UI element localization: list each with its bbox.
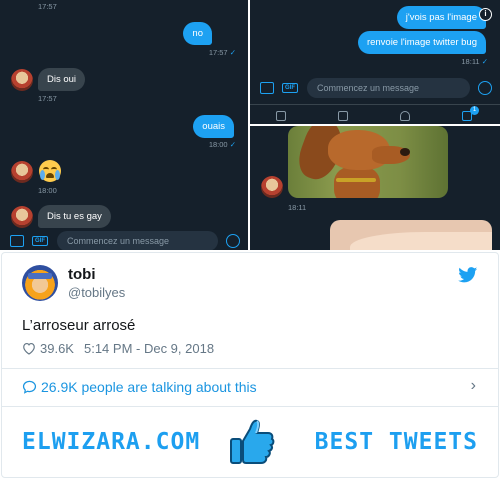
avatar[interactable] [11, 69, 33, 91]
message-out: j'vois pas l'image [396, 6, 486, 29]
avatar[interactable] [11, 161, 33, 183]
message-composer: GIF Commencez un message [250, 75, 500, 101]
bottom-tab-bar: 1 [250, 104, 500, 124]
notifications-icon[interactable] [400, 111, 410, 121]
emoji-icon[interactable] [226, 234, 240, 248]
display-name[interactable]: tobi [68, 266, 125, 283]
user-handle[interactable]: @tobilyes [68, 285, 125, 300]
divider [2, 368, 498, 369]
message-in: Dis oui [38, 68, 86, 91]
message-composer: GIF Commencez un message [0, 228, 248, 250]
tweet-timestamp[interactable]: 5:14 PM - Dec 9, 2018 [84, 341, 214, 356]
arm-photo[interactable] [330, 220, 492, 250]
speech-bubble-icon [22, 380, 37, 394]
avatar[interactable] [22, 265, 58, 301]
gif-icon[interactable]: GIF [32, 236, 48, 246]
gif-icon[interactable]: GIF [282, 83, 298, 93]
image-icon[interactable] [10, 235, 24, 247]
timestamp: 18:00 ✓ [208, 140, 236, 149]
promo-banner: ELWIZARA.COM BEST TWEETS [2, 409, 498, 477]
screenshot-collage: 17:57 no 17:57 ✓ Dis oui 17:57 ouais 18:… [0, 0, 500, 250]
brand-site-name: ELWIZARA.COM [22, 429, 201, 455]
heart-icon[interactable] [22, 342, 36, 355]
timestamp: 17:57 ✓ [208, 48, 236, 57]
dm-pane-top-right: j'vois pas l'image i renvoie l'image twi… [250, 0, 500, 124]
dm-pane-bottom-right: 18:11 [250, 126, 500, 250]
message-out: ouais [193, 115, 234, 138]
brand-tagline: BEST TWEETS [314, 429, 478, 455]
chevron-right-icon[interactable]: › [471, 377, 476, 395]
timestamp: 17:57 [38, 94, 57, 103]
emoji-icon[interactable] [478, 81, 492, 95]
message-out: no [183, 22, 212, 45]
dog-photo[interactable] [288, 126, 448, 198]
timestamp: 18:11 [288, 203, 307, 212]
search-icon[interactable] [338, 111, 348, 121]
crying-emoji-icon [39, 160, 61, 182]
unread-badge: 1 [470, 106, 479, 115]
like-count[interactable]: 39.6K [40, 341, 74, 356]
avatar[interactable] [11, 206, 33, 228]
message-input[interactable]: Commencez un message [57, 231, 218, 250]
tweet-card: tobi @tobilyes L’arroseur arrosé 39.6K 5… [1, 252, 499, 478]
message-input[interactable]: Commencez un message [307, 78, 470, 98]
info-icon[interactable]: i [479, 8, 492, 21]
twitter-bird-icon[interactable] [458, 267, 478, 283]
timestamp: 18:11 ✓ [461, 57, 488, 66]
avatar[interactable] [261, 176, 283, 198]
thumbs-up-icon [230, 419, 275, 464]
image-icon[interactable] [260, 82, 274, 94]
dm-pane-left: 17:57 no 17:57 ✓ Dis oui 17:57 ouais 18:… [0, 0, 248, 250]
timestamp: 17:57 [38, 2, 57, 11]
conversation-link[interactable]: 26.9K people are talking about this [22, 379, 257, 395]
conversation-text: 26.9K people are talking about this [41, 379, 257, 395]
tweet-meta: 39.6K 5:14 PM - Dec 9, 2018 [22, 341, 214, 356]
message-in: Dis tu es gay [38, 205, 111, 228]
timestamp: 18:00 [38, 186, 57, 195]
tweet-author[interactable]: tobi @tobilyes [22, 265, 125, 301]
home-icon[interactable] [276, 111, 286, 121]
message-out: renvoie l'image twitter bug [357, 31, 486, 54]
divider [2, 406, 498, 407]
tweet-text: L’arroseur arrosé [22, 317, 136, 334]
